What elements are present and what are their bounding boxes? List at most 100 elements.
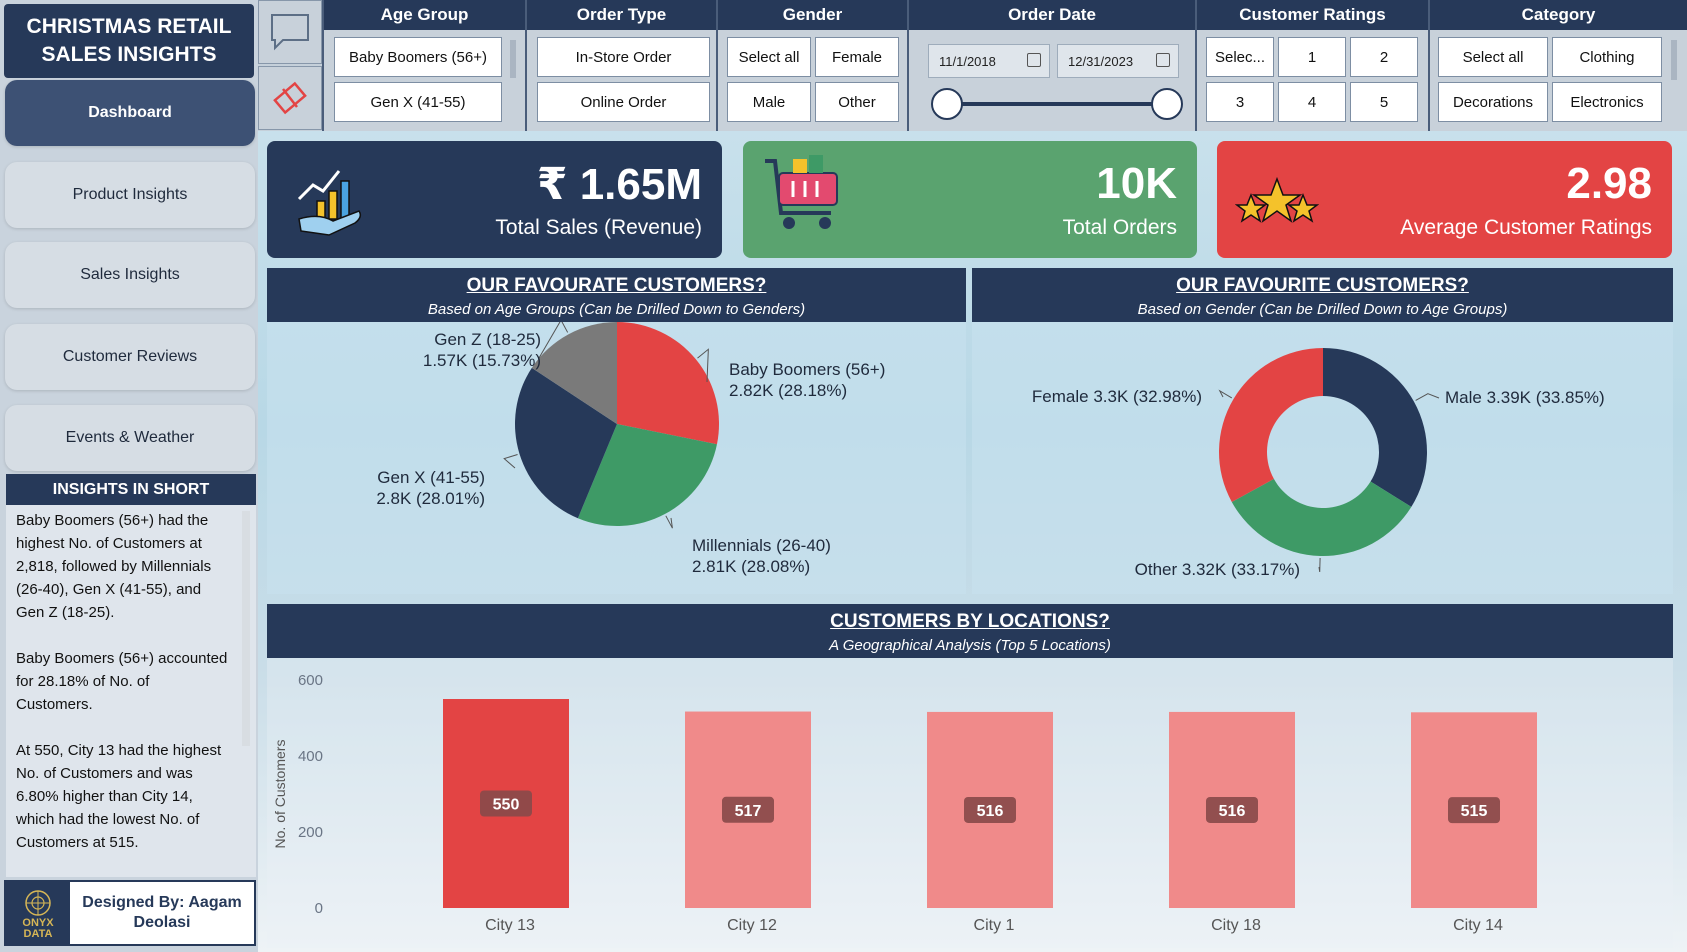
onyx-logo-icon (25, 890, 51, 916)
pie-label-gen-x-41-55: Gen X (41-55) 2.8K (28.01%) (376, 468, 485, 508)
insight-paragraph-1: Baby Boomers (56+) had the highest No. o… (16, 512, 212, 621)
nav-customer-reviews-button[interactable]: Customer Reviews (5, 324, 255, 390)
category-slicer: Category Select all Clothing Decorations… (1428, 0, 1687, 131)
category-chip-electronics[interactable]: Electronics (1552, 82, 1662, 122)
ratings-slicer: Customer Ratings Selec... 1 2 3 4 5 (1195, 0, 1428, 131)
leader-line-gen-x-41-55 (503, 454, 518, 469)
pie-label-other: Other 3.32K (33.17%) (1135, 560, 1300, 579)
leader-line-other (1318, 557, 1321, 573)
gender-panel-subtitle: Based on Gender (Can be Drilled Down to … (1137, 301, 1508, 318)
gender-panel-title: OUR FAVOURITE CUSTOMERS? (1176, 275, 1469, 296)
total-sales-label: Total Sales (Revenue) (495, 216, 702, 239)
nav-product-insights-button[interactable]: Product Insights (5, 162, 255, 228)
rating-chip-2[interactable]: 2 (1350, 37, 1418, 77)
city-panel-header: CUSTOMERS BY LOCATIONS? A Geographical A… (267, 604, 1673, 658)
comment-icon[interactable] (258, 0, 322, 64)
age-panel-header: OUR FAVOURATE CUSTOMERS? Based on Age Gr… (267, 268, 966, 322)
calendar-icon[interactable] (1027, 53, 1041, 67)
shopping-cart-icon (765, 155, 838, 229)
age-chip-baby-boomers[interactable]: Baby Boomers (56+) (334, 37, 502, 77)
pie-slice-baby-boomers-56[interactable] (617, 322, 719, 445)
nav-dashboard-button[interactable]: Dashboard (5, 80, 255, 146)
kpi-total-sales: ₹ 1.65M Total Sales (Revenue) (267, 141, 722, 258)
order-type-slicer: Order Type In-Store Order Online Order (525, 0, 716, 131)
data-label-city-1: 516 (977, 803, 1004, 820)
calendar-icon[interactable] (1156, 53, 1170, 67)
y-tick-label: 400 (298, 748, 323, 765)
logo-text-2: DATA (23, 928, 53, 940)
order-type-title: Order Type (527, 0, 716, 30)
x-tick-label-city-14: City 14 (1453, 917, 1503, 934)
rating-chip-1[interactable]: 1 (1278, 37, 1346, 77)
rating-chip-3[interactable]: 3 (1206, 82, 1274, 122)
eraser-icon[interactable] (258, 66, 322, 130)
order-chip-in-store[interactable]: In-Store Order (537, 37, 710, 77)
kpi-average-ratings: 2.98 Average Customer Ratings (1217, 141, 1672, 258)
stars-icon (1235, 176, 1319, 223)
x-tick-label-city-13: City 13 (485, 917, 535, 934)
category-chip-decorations[interactable]: Decorations (1438, 82, 1548, 122)
y-tick-label: 600 (298, 672, 323, 689)
insights-scrollbar[interactable] (242, 511, 250, 746)
rating-chip-4[interactable]: 4 (1278, 82, 1346, 122)
insight-paragraph-2: Baby Boomers (56+) accounted for 28.18% … (16, 650, 228, 713)
avg-ratings-label: Average Customer Ratings (1400, 216, 1652, 239)
insights-title: INSIGHTS IN SHORT (6, 474, 256, 505)
age-chip-gen-x[interactable]: Gen X (41-55) (334, 82, 502, 122)
age-scrollbar[interactable] (510, 40, 516, 78)
city-panel-title: CUSTOMERS BY LOCATIONS? (830, 611, 1110, 632)
category-chip-clothing[interactable]: Clothing (1552, 37, 1662, 77)
gender-panel-header: OUR FAVOURITE CUSTOMERS? Based on Gender… (972, 268, 1673, 322)
order-date-title: Order Date (909, 0, 1195, 30)
rating-chip-5[interactable]: 5 (1350, 82, 1418, 122)
pie-slice-female[interactable] (1219, 348, 1323, 502)
end-date-value: 12/31/2023 (1068, 53, 1134, 69)
order-chip-online[interactable]: Online Order (537, 82, 710, 122)
title-line-1: CHRISTMAS RETAIL (26, 15, 232, 38)
onyx-logo: ONYX DATA (6, 882, 70, 944)
y-tick-label: 200 (298, 824, 323, 841)
designer-name: Designed By: Aagam Deolasi (82, 894, 242, 931)
gender-chip-select-all[interactable]: Select all (727, 37, 811, 77)
dashboard-title: CHRISTMAS RETAIL SALES INSIGHTS (4, 4, 254, 78)
date-slider-start-handle[interactable] (931, 88, 963, 120)
y-axis-title: No. of Customers (272, 740, 288, 849)
data-label-city-13: 550 (493, 797, 520, 814)
date-range-track (947, 102, 1167, 106)
category-chip-select-all[interactable]: Select all (1438, 37, 1548, 77)
start-date-input[interactable]: 11/1/2018 (928, 44, 1050, 78)
age-group-slicer: Age Group Baby Boomers (56+) Gen X (41-5… (322, 0, 525, 131)
gender-title: Gender (718, 0, 907, 30)
x-tick-label-city-18: City 18 (1211, 917, 1261, 934)
age-pie-chart[interactable]: Baby Boomers (56+) 2.82K (28.18%) Millenni… (267, 322, 966, 594)
data-label-city-14: 515 (1461, 803, 1488, 820)
start-date-value: 11/1/2018 (939, 53, 996, 69)
date-slider-end-handle[interactable] (1151, 88, 1183, 120)
insight-paragraph-3: At 550, City 13 had the highest No. of C… (16, 742, 222, 851)
pie-label-millennials-26-40: Millennials (26-40) 2.81K (28.08%) (692, 536, 831, 576)
category-title: Category (1430, 0, 1687, 30)
category-scrollbar[interactable] (1671, 40, 1677, 80)
pie-slice-other[interactable] (1231, 478, 1412, 556)
total-sales-value: ₹ 1.65M (536, 160, 702, 209)
pie-slice-male[interactable] (1323, 348, 1427, 507)
nav-events-weather-button[interactable]: Events & Weather (5, 405, 255, 471)
insights-panel: Baby Boomers (56+) had the highest No. o… (6, 505, 256, 877)
city-bar-chart[interactable]: 0 200 400 600 No. of Customers 550 City 13 517 C… (267, 658, 1673, 948)
title-line-2: SALES INSIGHTS (41, 43, 217, 66)
gender-chip-female[interactable]: Female (815, 37, 899, 77)
order-date-slicer: Order Date 11/1/2018 12/31/2023 (907, 0, 1195, 131)
data-label-city-18: 516 (1219, 803, 1246, 820)
nav-sales-insights-button[interactable]: Sales Insights (5, 242, 255, 308)
data-label-city-12: 517 (735, 803, 762, 820)
city-panel-subtitle: A Geographical Analysis (Top 5 Locations… (829, 637, 1111, 654)
gender-chip-male[interactable]: Male (727, 82, 811, 122)
gender-donut-chart[interactable]: Male 3.39K (33.85%) Other 3.32K (33.17%) F… (972, 322, 1673, 594)
rating-chip-select-all[interactable]: Selec... (1206, 37, 1274, 77)
age-group-title: Age Group (324, 0, 525, 30)
pie-label-female: Female 3.3K (32.98%) (1032, 387, 1202, 406)
gender-chip-other[interactable]: Other (815, 82, 899, 122)
kpi-total-orders: 10K Total Orders (743, 141, 1197, 258)
age-panel-subtitle: Based on Age Groups (Can be Drilled Down… (427, 301, 806, 318)
end-date-input[interactable]: 12/31/2023 (1057, 44, 1179, 78)
